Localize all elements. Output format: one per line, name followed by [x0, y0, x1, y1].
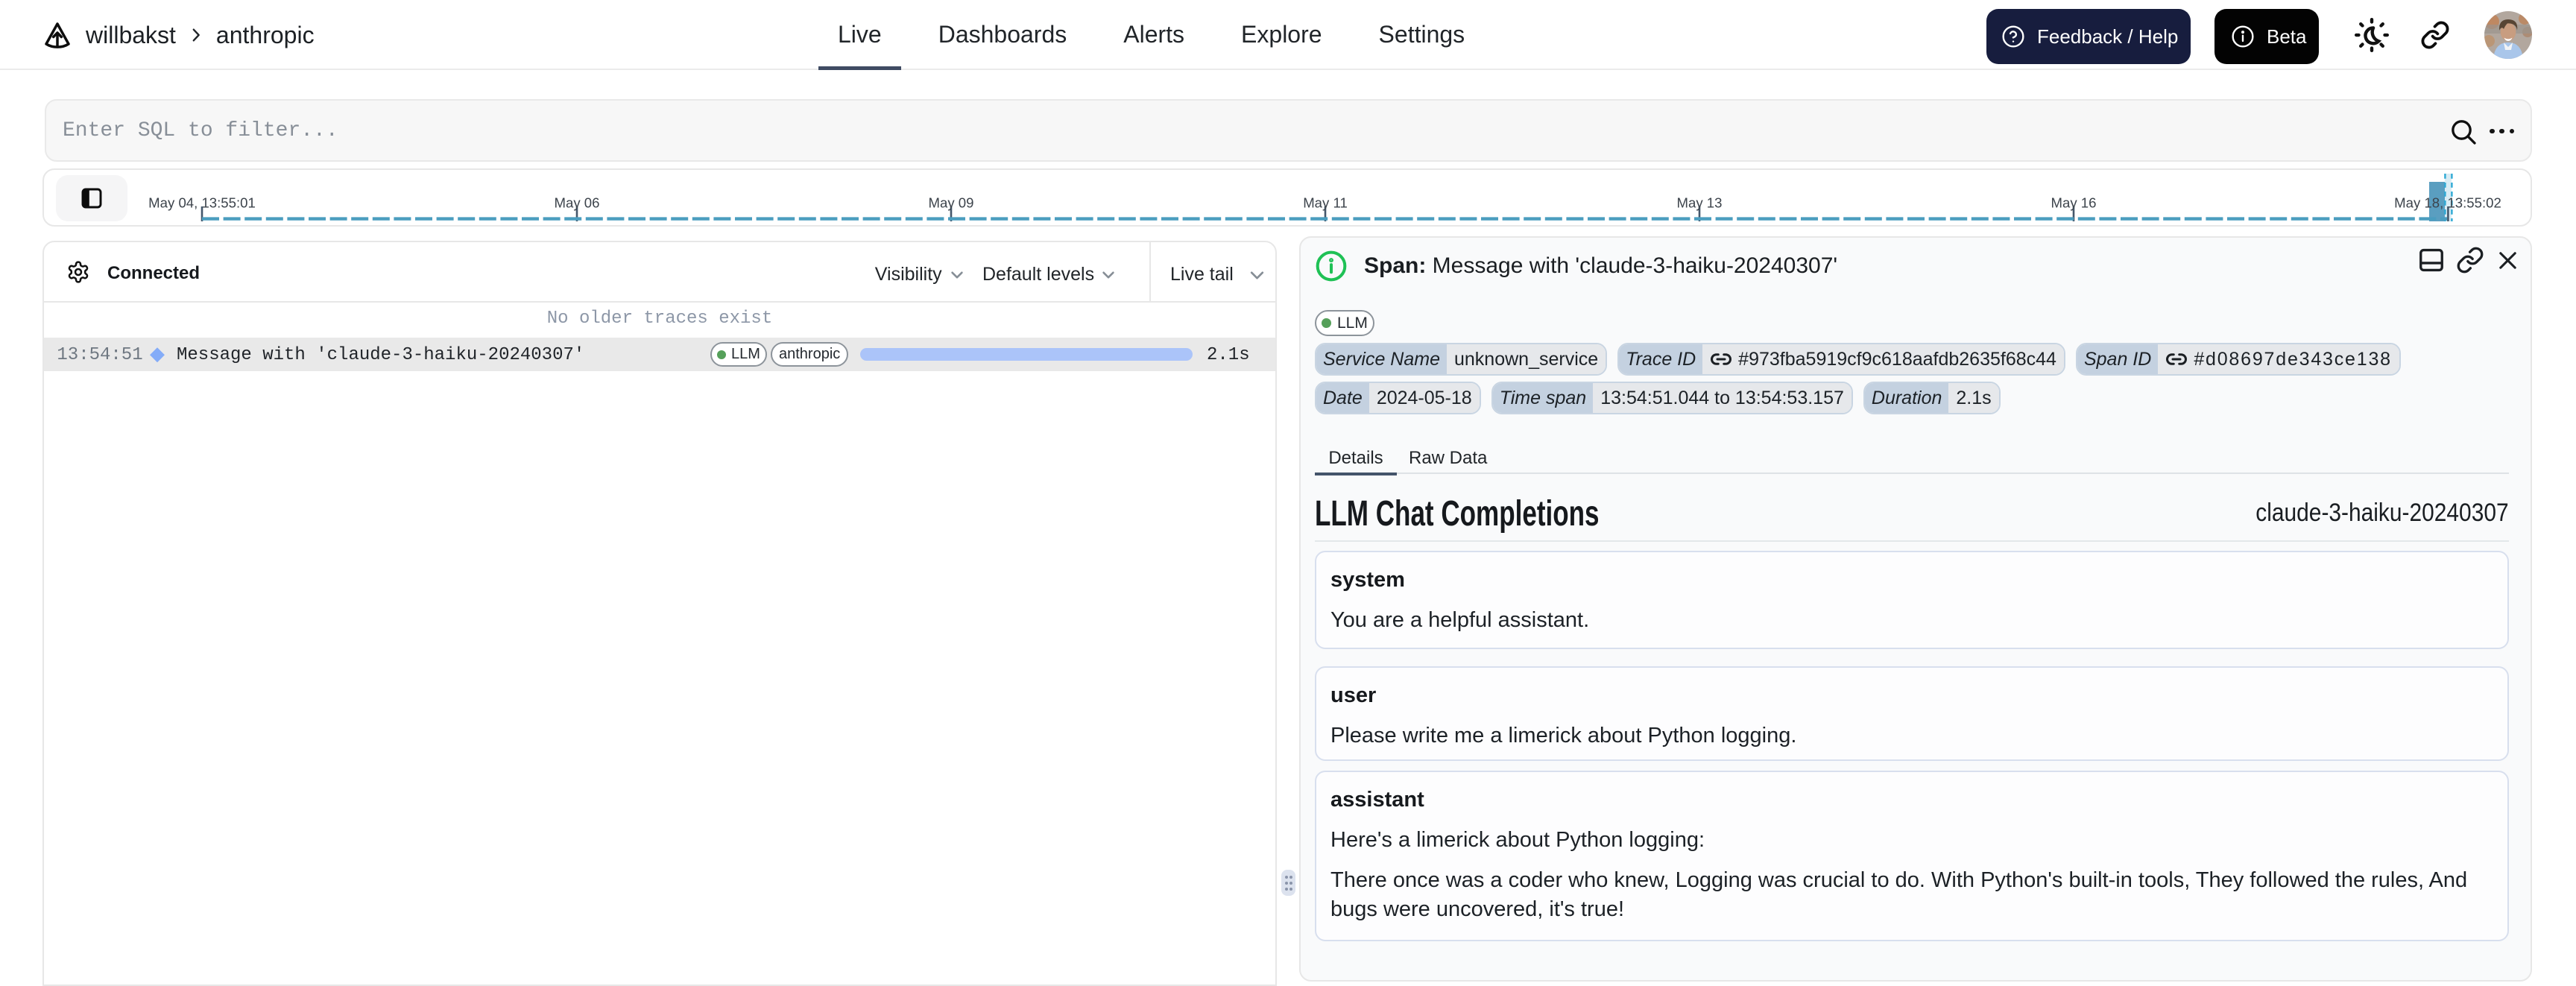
svg-text:May 04, 13:55:01: May 04, 13:55:01	[148, 195, 256, 210]
svg-text:May 13: May 13	[1677, 195, 1723, 210]
svg-text:May 09: May 09	[929, 195, 974, 210]
svg-text:May 11: May 11	[1303, 195, 1348, 210]
svg-text:May 06: May 06	[555, 195, 600, 210]
svg-text:May 18, 13:55:02: May 18, 13:55:02	[2394, 195, 2501, 210]
svg-text:May 16: May 16	[2051, 195, 2097, 210]
